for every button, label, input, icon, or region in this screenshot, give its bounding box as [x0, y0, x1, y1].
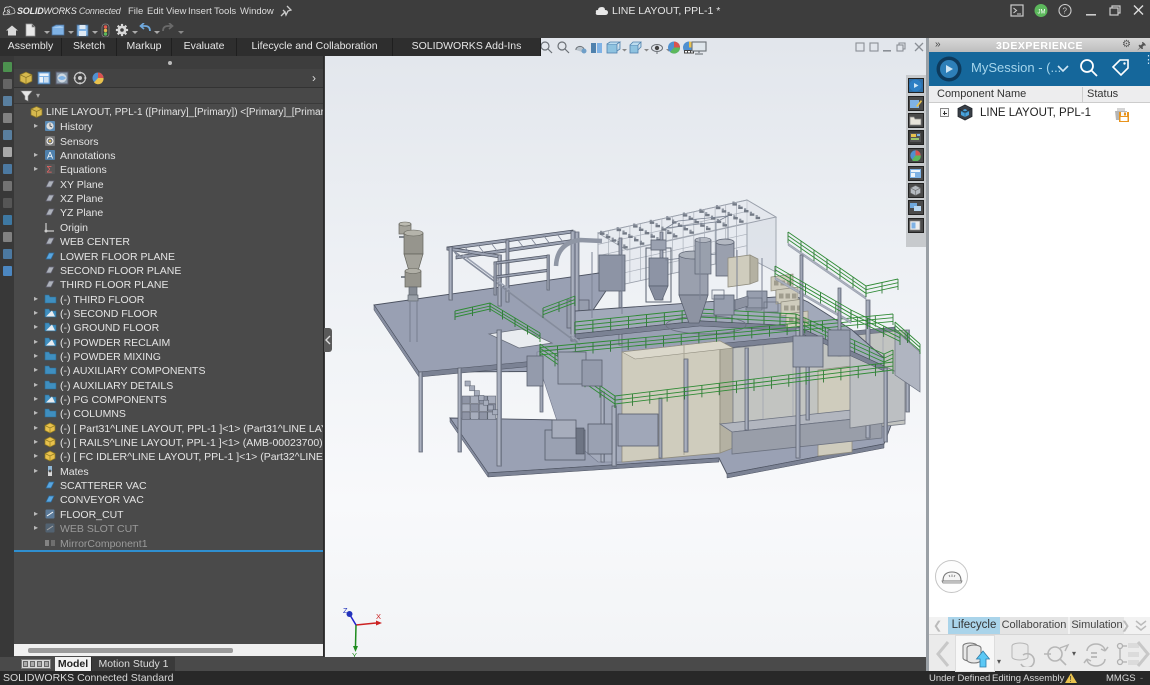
svg-text:JM: JM — [1038, 10, 1046, 16]
svg-text:Z: Z — [343, 608, 348, 615]
svg-text:Σ: Σ — [47, 165, 53, 175]
svg-text:?: ? — [1063, 7, 1068, 16]
svg-text:X: X — [376, 612, 381, 621]
svg-text:A: A — [47, 151, 53, 161]
svg-text:!: ! — [1070, 675, 1072, 684]
svg-text:S: S — [6, 10, 10, 16]
